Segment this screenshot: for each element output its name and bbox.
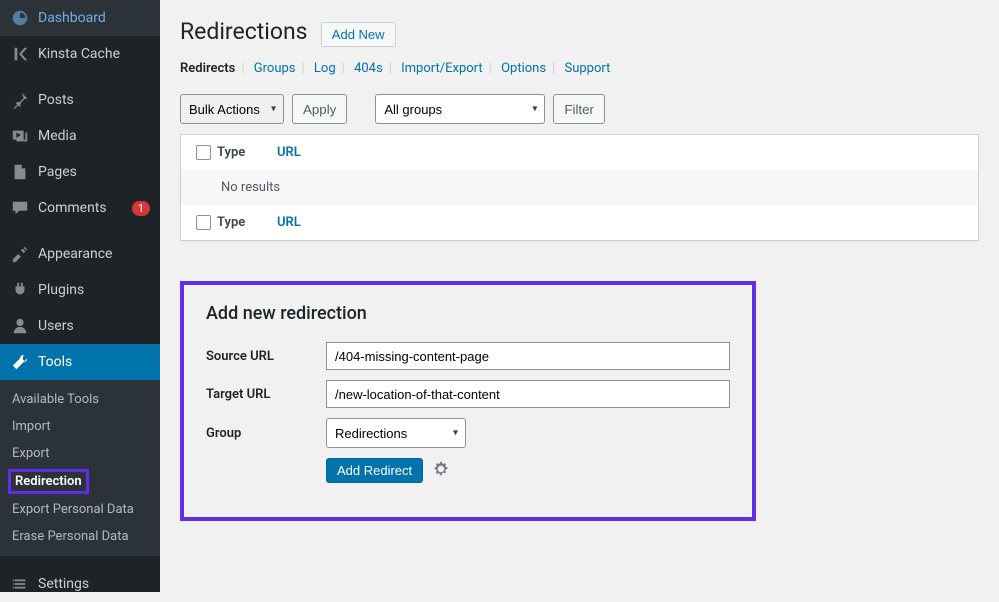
settings-label: Settings — [38, 576, 150, 592]
dashboard-icon — [10, 8, 30, 28]
submenu-available-tools[interactable]: Available Tools — [0, 386, 160, 413]
sidebar-item-kinsta[interactable]: Kinsta Cache — [0, 36, 160, 72]
apply-button[interactable]: Apply — [292, 94, 347, 124]
comments-count-badge: 1 — [132, 201, 150, 216]
media-label: Media — [38, 128, 150, 144]
add-new-button[interactable]: Add New — [321, 22, 396, 47]
sidebar-item-pages[interactable]: Pages — [0, 154, 160, 190]
target-url-input[interactable] — [326, 380, 730, 408]
dashboard-label: Dashboard — [38, 10, 150, 26]
select-all-checkbox[interactable] — [196, 145, 211, 160]
add-redirection-form: Add new redirection Source URL Target UR… — [180, 281, 756, 521]
gear-icon[interactable] — [433, 461, 449, 481]
list-toolbar: Bulk Actions Apply All groups Filter — [180, 94, 979, 124]
sidebar-item-users[interactable]: Users — [0, 308, 160, 344]
tab-import-export[interactable]: Import/Export — [401, 61, 483, 76]
group-select[interactable]: Redirections — [326, 418, 466, 448]
users-label: Users — [38, 318, 150, 334]
pages-icon — [10, 162, 30, 182]
source-url-input[interactable] — [326, 342, 730, 370]
bulk-actions-select[interactable]: Bulk Actions — [180, 94, 284, 124]
tools-icon — [10, 352, 30, 372]
tab-log[interactable]: Log — [314, 61, 336, 76]
appearance-label: Appearance — [38, 246, 150, 262]
redirects-table: Type URL No results Type URL — [180, 134, 979, 241]
add-redirect-button[interactable]: Add Redirect — [326, 458, 423, 483]
tab-redirects[interactable]: Redirects — [180, 61, 235, 76]
admin-sidebar: Dashboard Kinsta Cache Posts Media Pages… — [0, 0, 160, 592]
sidebar-item-posts[interactable]: Posts — [0, 82, 160, 118]
col-url-header[interactable]: URL — [277, 145, 970, 160]
tab-support[interactable]: Support — [564, 61, 610, 76]
subtabs: Redirects| Groups| Log| 404s| Import/Exp… — [180, 61, 979, 76]
main-content: Redirections Add New Redirects| Groups| … — [160, 0, 999, 592]
col-type-footer: Type — [217, 215, 277, 230]
no-results-text: No results — [221, 180, 280, 195]
appearance-icon — [10, 244, 30, 264]
submenu-import[interactable]: Import — [0, 413, 160, 440]
page-title: Redirections — [180, 18, 308, 45]
kinsta-label: Kinsta Cache — [38, 46, 150, 62]
group-filter-select[interactable]: All groups — [375, 94, 545, 124]
target-url-label: Target URL — [206, 387, 326, 402]
submit-row: Add Redirect — [206, 458, 730, 483]
submenu-export[interactable]: Export — [0, 440, 160, 467]
table-footer: Type URL — [181, 205, 978, 240]
sidebar-item-plugins[interactable]: Plugins — [0, 272, 160, 308]
sidebar-item-media[interactable]: Media — [0, 118, 160, 154]
col-type-header: Type — [217, 145, 277, 160]
form-heading: Add new redirection — [206, 303, 730, 324]
pin-icon — [10, 90, 30, 110]
source-url-label: Source URL — [206, 349, 326, 364]
sidebar-item-dashboard[interactable]: Dashboard — [0, 0, 160, 36]
tab-options[interactable]: Options — [501, 61, 546, 76]
comments-label: Comments — [38, 200, 128, 216]
no-results-row: No results — [181, 170, 978, 205]
pages-label: Pages — [38, 164, 150, 180]
col-url-footer[interactable]: URL — [277, 215, 970, 230]
users-icon — [10, 316, 30, 336]
sidebar-item-comments[interactable]: Comments 1 — [0, 190, 160, 226]
sidebar-item-tools[interactable]: Tools — [0, 344, 160, 380]
comments-icon — [10, 198, 30, 218]
sidebar-item-settings[interactable]: Settings — [0, 566, 160, 602]
posts-label: Posts — [38, 92, 150, 108]
group-row: Group Redirections — [206, 418, 730, 448]
sidebar-item-appearance[interactable]: Appearance — [0, 236, 160, 272]
kinsta-icon — [10, 44, 30, 64]
tab-404s[interactable]: 404s — [354, 61, 383, 76]
media-icon — [10, 126, 30, 146]
plugins-label: Plugins — [38, 282, 150, 298]
table-header: Type URL — [181, 135, 978, 170]
plugins-icon — [10, 280, 30, 300]
submenu-erase-personal[interactable]: Erase Personal Data — [0, 523, 160, 550]
submenu-export-personal[interactable]: Export Personal Data — [0, 496, 160, 523]
settings-icon — [10, 574, 30, 594]
group-label: Group — [206, 426, 326, 441]
tools-label: Tools — [38, 354, 150, 370]
select-all-footer-checkbox[interactable] — [196, 215, 211, 230]
filter-button[interactable]: Filter — [553, 94, 605, 124]
source-url-row: Source URL — [206, 342, 730, 370]
target-url-row: Target URL — [206, 380, 730, 408]
tab-groups[interactable]: Groups — [254, 61, 296, 76]
tools-submenu: Available Tools Import Export Redirectio… — [0, 380, 160, 556]
submenu-redirection[interactable]: Redirection — [8, 469, 89, 494]
